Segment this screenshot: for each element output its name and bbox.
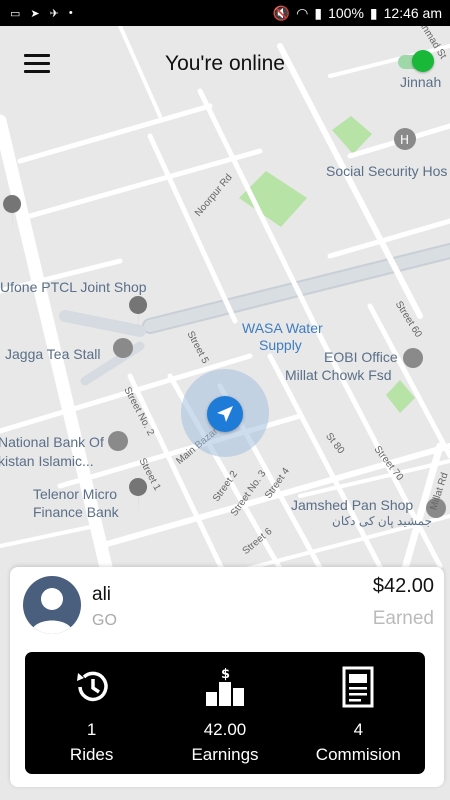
svg-text:$: $ — [221, 667, 230, 682]
map-label-jinnah: Jinnah — [400, 74, 442, 90]
earnings-label: Earnings — [191, 745, 259, 764]
avatar — [23, 576, 81, 634]
system-status: 🔇 ◠ ▮ 100% ▮ 12:46 am — [273, 5, 442, 22]
stat-commission[interactable]: 4 Commision — [292, 652, 425, 774]
map-label-telenor-2: Finance Bank — [33, 504, 119, 520]
current-location-icon — [207, 396, 243, 432]
map-label-national-bank-2: kistan Islamic... — [0, 453, 94, 469]
earned-label: Earned — [372, 608, 434, 629]
bank-icon — [108, 431, 128, 451]
clock: 12:46 am — [383, 5, 442, 21]
driver-name: ali — [92, 584, 112, 605]
dot-icon: • — [68, 7, 73, 19]
screen-icon: ▭ — [10, 7, 21, 20]
government-icon — [403, 348, 423, 368]
history-icon — [71, 666, 113, 708]
earnings-podium-icon: $ — [204, 666, 246, 708]
toggle-knob — [412, 50, 434, 72]
battery-percent: 100% — [328, 5, 364, 21]
map-label-wasa-2: Supply — [259, 337, 302, 353]
battery-icon: ▮ — [369, 4, 378, 21]
map-label-eobi: EOBI Office — [324, 349, 398, 365]
cafe-icon — [113, 338, 133, 358]
commission-label: Commision — [315, 745, 401, 764]
user-silhouette-icon — [31, 588, 73, 634]
earnings-value: 42.00 — [203, 720, 247, 739]
stat-rides[interactable]: 1 Rides — [25, 652, 158, 774]
notification-icons: ▭ ➤ ✈ • — [10, 7, 73, 20]
map-label-telenor-1: Telenor Micro — [33, 486, 118, 502]
earned-amount: $42.00 — [372, 575, 434, 597]
plane-icon: ✈ — [49, 7, 59, 20]
wifi-icon: ◠ — [296, 4, 309, 21]
rides-value: 1 — [86, 720, 97, 739]
map-label-social-security: Social Security Hos — [326, 163, 448, 179]
map-label-millat-chowk: Millat Chowk Fsd — [285, 367, 392, 383]
online-toggle[interactable] — [398, 50, 438, 72]
driver-subtitle: GO — [92, 612, 117, 629]
map-label-jagga: Jagga Tea Stall — [5, 346, 101, 362]
hospital-letter: H — [400, 133, 409, 147]
map-label-national-bank-1: National Bank Of — [0, 434, 104, 450]
send-icon: ➤ — [30, 7, 40, 20]
status-bar: ▭ ➤ ✈ • 🔇 ◠ ▮ 100% ▮ 12:46 am — [0, 0, 450, 26]
driver-summary-card: ali GO $42.00 Earned 1 Rides $ 42.00 Ear… — [10, 567, 444, 787]
map-label-jamshed-1: Jamshed Pan Shop — [291, 497, 414, 513]
map-label-jamshed-2: جمشید پان کی دکان — [332, 514, 433, 528]
stat-earnings[interactable]: $ 42.00 Earnings — [158, 652, 291, 774]
stats-panel: 1 Rides $ 42.00 Earnings 4 Commision — [25, 652, 425, 774]
mute-icon: 🔇 — [272, 4, 291, 21]
map-label-ufone: Ufone PTCL Joint Shop — [0, 279, 147, 295]
signal-icon: ▮ — [314, 4, 323, 21]
navigation-arrow-icon — [217, 406, 233, 422]
commission-receipt-icon — [337, 666, 379, 708]
map-label-wasa-1: WASA Water — [242, 320, 323, 336]
rides-label: Rides — [69, 745, 114, 764]
commission-value: 4 — [353, 720, 364, 739]
page-title: You're online — [164, 52, 285, 75]
